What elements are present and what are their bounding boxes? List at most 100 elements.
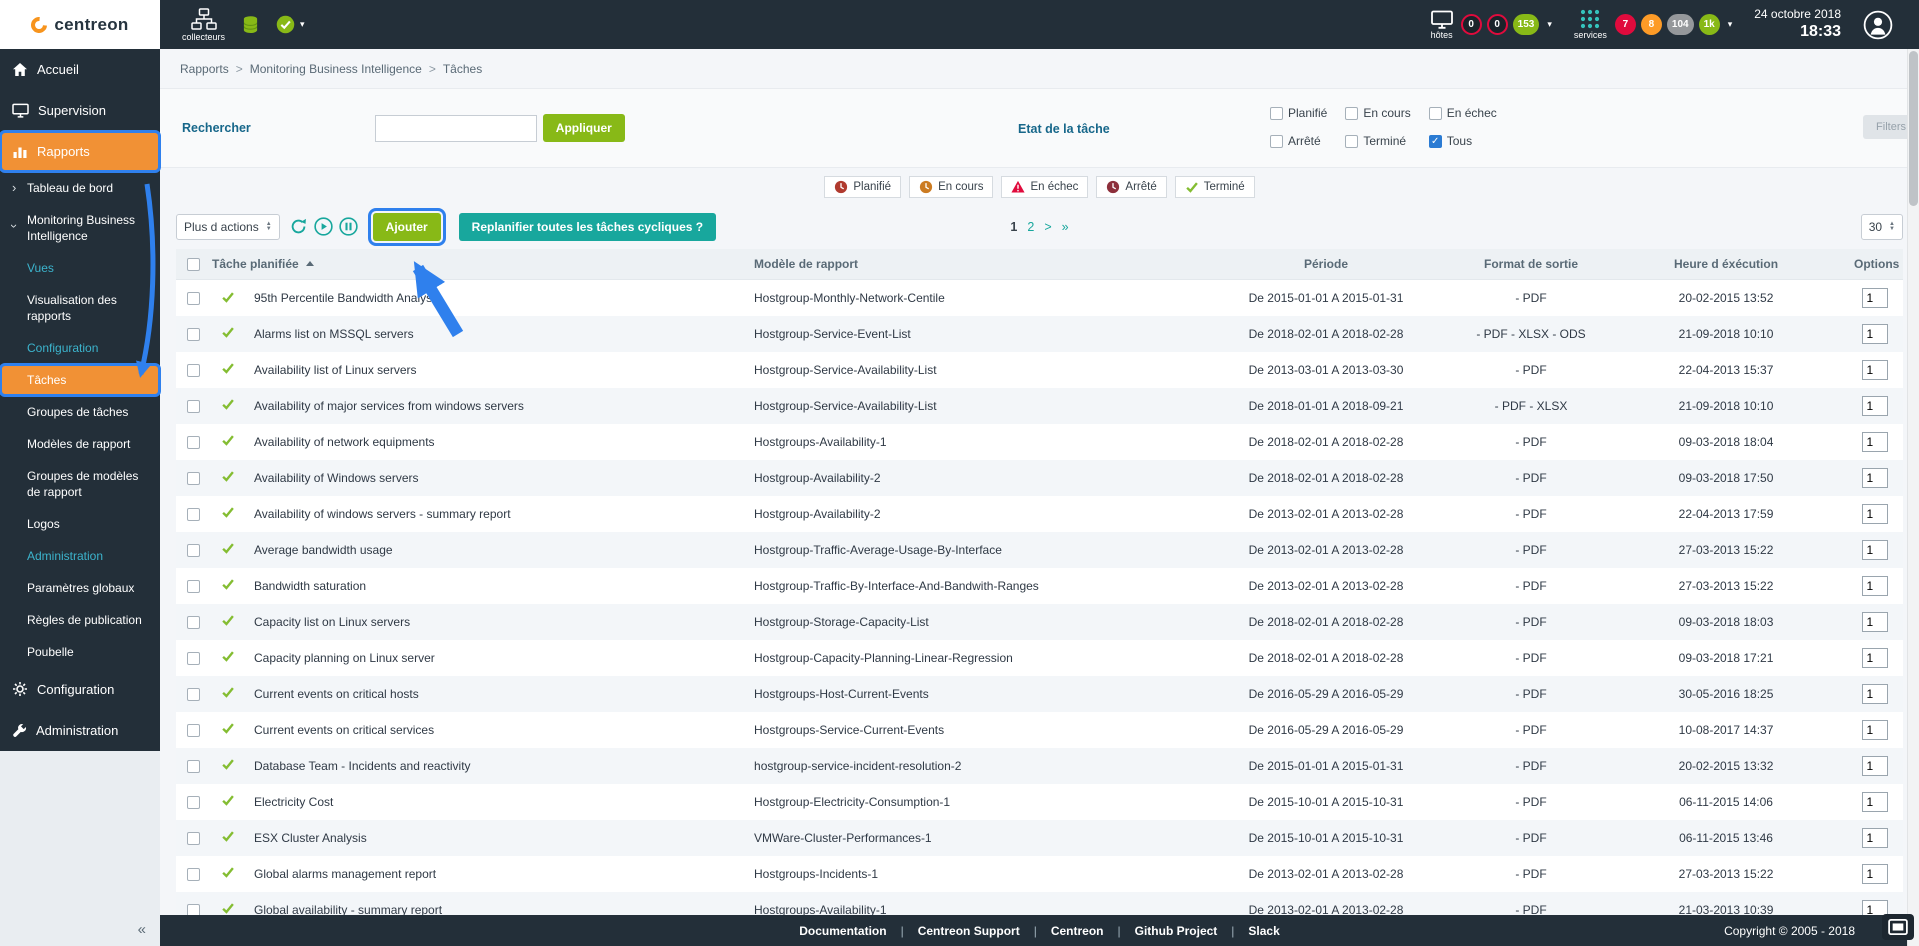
task-name[interactable]: Availability of windows servers - summar… [246,496,746,532]
checkbox[interactable]: ✓ [1429,135,1442,148]
chevron-down-icon[interactable]: ▾ [1728,19,1733,30]
header-model[interactable]: Modèle de rapport [746,249,1196,280]
row-checkbox[interactable] [187,328,200,341]
task-name[interactable]: Bandwidth saturation [246,568,746,604]
row-checkbox[interactable] [187,508,200,521]
page-nav[interactable]: » [1062,220,1069,234]
sidebar-item-poubelle[interactable]: Poubelle [0,636,160,668]
row-checkbox[interactable] [187,580,200,593]
task-name[interactable]: Current events on critical services [246,712,746,748]
row-checkbox[interactable] [187,544,200,557]
pause-button[interactable] [339,217,359,237]
task-name[interactable]: Current events on critical hosts [246,676,746,712]
row-checkbox[interactable] [187,652,200,665]
options-input[interactable] [1862,756,1888,776]
centreon-logo[interactable]: centreon [0,0,160,49]
options-input[interactable] [1862,864,1888,884]
row-checkbox[interactable] [187,832,200,845]
footer-link-documentation[interactable]: Documentation [799,924,886,938]
apply-button[interactable]: Appliquer [543,114,625,142]
options-input[interactable] [1862,396,1888,416]
collapse-sidebar-button[interactable]: « [138,921,146,938]
options-input[interactable] [1862,720,1888,740]
page-nav[interactable]: > [1044,220,1051,234]
breadcrumb-item-t-ches[interactable]: Tâches [443,62,482,76]
task-name[interactable]: Average bandwidth usage [246,532,746,568]
footer-link-slack[interactable]: Slack [1248,924,1279,938]
reschedule-cyclic-button[interactable]: Replanifier toutes les tâches cycliques … [459,213,716,241]
header-period[interactable]: Période [1196,249,1456,280]
sidebar-item-t-ches[interactable]: Tâches [0,364,160,396]
state-option-termin[interactable]: Terminé [1345,134,1410,148]
task-name[interactable]: ESX Cluster Analysis [246,820,746,856]
header-time[interactable]: Heure d éxécution [1606,249,1846,280]
database-status[interactable] [242,15,259,34]
counter-badge[interactable]: 8 [1641,14,1662,35]
sidebar-item-accueil[interactable]: Accueil [0,49,160,90]
checkbox[interactable] [1429,107,1442,120]
checkbox[interactable] [1345,107,1358,120]
sidebar-item-monitoring-business-intelligence[interactable]: ›Monitoring Business Intelligence [0,204,160,252]
options-input[interactable] [1862,288,1888,308]
services-menu[interactable]: services [1574,9,1607,40]
row-checkbox[interactable] [187,292,200,305]
state-option-tous[interactable]: ✓Tous [1429,134,1497,148]
row-checkbox[interactable] [187,688,200,701]
more-actions-select[interactable]: Plus d actions ▲▼ [176,214,280,240]
task-name[interactable]: Alarms list on MSSQL servers [246,316,746,352]
fullscreen-toggle-button[interactable] [1882,914,1914,940]
counter-badge[interactable]: 0 [1461,14,1482,35]
page-2[interactable]: 2 [1027,220,1034,234]
task-name[interactable]: Availability of major services from wind… [246,388,746,424]
row-checkbox[interactable] [187,796,200,809]
row-checkbox[interactable] [187,472,200,485]
counter-badge[interactable]: 153 [1513,14,1540,35]
sidebar-item-groupes-de-t-ches[interactable]: Groupes de tâches [0,396,160,428]
row-checkbox[interactable] [187,724,200,737]
state-option-en-cours[interactable]: En cours [1345,106,1410,120]
add-button[interactable]: Ajouter [373,213,441,241]
breadcrumb-item-monitoring-business-intelligence[interactable]: Monitoring Business Intelligence [250,62,422,76]
poller-status[interactable]: ▾ [276,15,305,34]
pollers-menu[interactable]: collecteurs [182,8,225,42]
hosts-menu[interactable]: hôtes [1431,10,1453,40]
counter-badge[interactable]: 0 [1487,14,1508,35]
sidebar-item-administration[interactable]: Administration [0,710,160,751]
row-checkbox[interactable] [187,364,200,377]
sidebar-item-mod-les-de-rapport[interactable]: Modèles de rapport [0,428,160,460]
task-name[interactable]: 95th Percentile Bandwidth Analysis [246,280,746,316]
sidebar-item-tableau-de-bord[interactable]: ›Tableau de bord [0,172,160,204]
user-menu[interactable] [1863,10,1893,40]
options-input[interactable] [1862,648,1888,668]
sidebar-item-configuration[interactable]: Configuration [0,668,160,710]
sidebar-item-supervision[interactable]: Supervision [0,90,160,131]
chevron-down-icon[interactable]: ▾ [1547,19,1552,30]
task-name[interactable]: Electricity Cost [246,784,746,820]
scrollbar[interactable] [1907,49,1919,946]
state-option-arr-t[interactable]: Arrêté [1270,134,1327,148]
search-input[interactable] [375,115,537,142]
refresh-button[interactable] [289,217,309,237]
row-checkbox[interactable] [187,400,200,413]
breadcrumb-item-rapports[interactable]: Rapports [180,62,229,76]
footer-link-centreon-support[interactable]: Centreon Support [918,924,1020,938]
sidebar-item-logos[interactable]: Logos [0,508,160,540]
task-name[interactable]: Capacity list on Linux servers [246,604,746,640]
task-name[interactable]: Capacity planning on Linux server [246,640,746,676]
sidebar-item-param-tres-globaux[interactable]: Paramètres globaux [0,572,160,604]
header-format[interactable]: Format de sortie [1456,249,1606,280]
task-name[interactable]: Availability list of Linux servers [246,352,746,388]
counter-badge[interactable]: 1k [1699,14,1720,35]
options-input[interactable] [1862,432,1888,452]
task-name[interactable]: Availability of network equipments [246,424,746,460]
row-checkbox[interactable] [187,868,200,881]
task-name[interactable]: Global alarms management report [246,856,746,892]
options-input[interactable] [1862,468,1888,488]
row-checkbox[interactable] [187,436,200,449]
checkbox[interactable] [1270,107,1283,120]
sidebar-item-groupes-de-mod-les-de-rapport[interactable]: Groupes de modèles de rapport [0,460,160,508]
footer-link-github-project[interactable]: Github Project [1135,924,1218,938]
task-name[interactable]: Database Team - Incidents and reactivity [246,748,746,784]
state-option-planifi[interactable]: Planifié [1270,106,1327,120]
sidebar-item-visualisation-des-rapports[interactable]: Visualisation des rapports [0,284,160,332]
